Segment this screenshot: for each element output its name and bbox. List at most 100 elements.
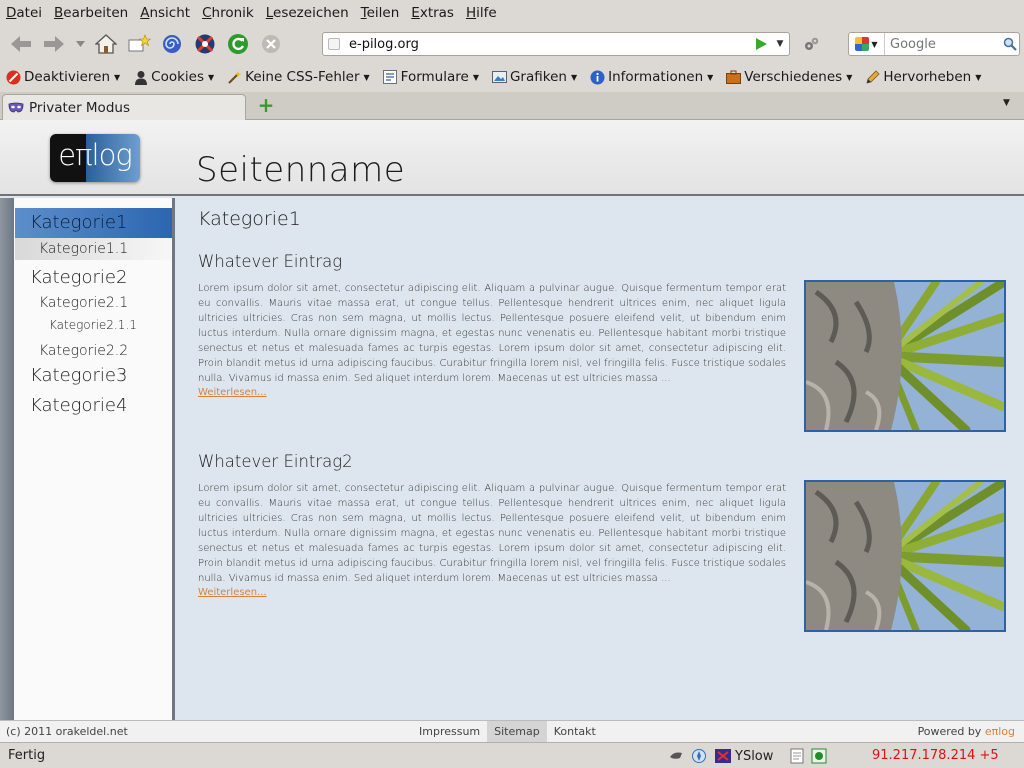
dev-verschiedenes-menu[interactable]: Verschiedenes ▼ [726,69,852,85]
menu-chronik[interactable]: Chronik [202,5,254,21]
validator-icon[interactable] [811,748,827,764]
powered-by: Powered by eπlog [917,725,1015,738]
dev-hervorheben-menu[interactable]: Hervorheben ▼ [865,69,981,85]
entry-excerpt: Lorem ipsum dolor sit amet, consectetur … [198,283,786,384]
nav-kategorie3[interactable]: Kategorie3 [15,362,172,390]
no-entry-icon [6,70,21,85]
nav-kategorie4[interactable]: Kategorie4 [15,392,172,420]
gears-icon [805,37,819,50]
dev-formulare-menu[interactable]: Formulare ▼ [383,69,479,85]
dev-cookies-menu[interactable]: Cookies ▼ [133,69,214,85]
yslow-icon [715,749,731,763]
nav-kategorie2[interactable]: Kategorie2 [15,264,172,292]
status-bar: Fertig YSlow 91.217.178.214 +5 [0,742,1024,768]
reload-icon [228,34,248,54]
bookmark-button[interactable] [124,29,154,59]
url-bar[interactable]: e-pilog.org ▼ [322,32,790,56]
magnifier-icon [1003,37,1017,51]
search-button[interactable] [1001,37,1019,51]
image-icon [491,70,507,85]
blog-entry: Whatever Eintrag2 Lorem ipsum dolor sit … [198,452,1008,632]
url-dropdown-button[interactable]: ▼ [771,39,789,49]
tab-private-mode[interactable]: Privater Modus [2,94,246,120]
chevron-down-icon: ▼ [472,72,479,82]
menu-bar: Datei Bearbeiten Ansicht Chronik Lesezei… [0,0,1024,26]
compass-addon-button[interactable] [190,29,220,59]
history-dropdown-button[interactable] [72,29,88,59]
nav-kategorie1-1[interactable]: Kategorie1.1 [15,238,172,260]
menu-datei[interactable]: Datei [6,5,42,21]
blog-entry: Whatever Eintrag Lorem ipsum dolor sit a… [198,252,1008,432]
menu-bearbeiten[interactable]: Bearbeiten [54,5,128,21]
menu-lesezeichen[interactable]: Lesezeichen [266,5,349,21]
history-dropdown-icon [75,41,85,47]
copyright-text: (c) 2011 orakeldel.net [6,725,128,738]
menu-ansicht[interactable]: Ansicht [140,5,190,21]
nav-kategorie2-1[interactable]: Kategorie2.1 [15,292,172,314]
chevron-down-icon: ▼ [363,72,370,82]
menu-hilfe[interactable]: Hilfe [466,5,497,21]
home-button[interactable] [91,29,121,59]
search-box[interactable]: ▼ [848,32,1020,56]
site-header: eπlog Seitenname [0,120,1024,196]
page-icon[interactable] [790,748,804,764]
gnome-foot-icon[interactable] [668,749,684,763]
chevron-down-icon: ▼ [570,72,578,82]
url-text[interactable]: e-pilog.org [345,37,751,52]
yslow-button[interactable]: YSlow [714,748,773,764]
entry-thumbnail[interactable] [804,480,1006,632]
menu-extras[interactable]: Extras [411,5,454,21]
entry-title[interactable]: Whatever Eintrag2 [198,452,1008,471]
chevron-down-icon: ▼ [208,72,215,82]
back-button[interactable] [6,29,36,59]
nav-kategorie2-1-1[interactable]: Kategorie2.1.1 [15,315,172,335]
status-icons: YSlow [668,746,827,766]
new-tab-button[interactable]: + [256,95,276,116]
home-icon [95,34,117,54]
forward-icon [44,36,64,52]
site-logo[interactable]: eπlog [50,134,140,182]
ip-address[interactable]: 91.217.178.214 +5 [872,748,999,763]
pencil-icon [865,69,880,85]
dev-css-menu[interactable]: Keine CSS-Fehler ▼ [227,69,370,85]
spiral-addon-button[interactable] [157,29,187,59]
entry-thumbnail[interactable] [804,280,1006,432]
nav-kategorie2-2[interactable]: Kategorie2.2 [15,340,172,362]
forward-button[interactable] [39,29,69,59]
info-icon [590,70,605,85]
wand-icon [227,70,242,85]
dev-deaktivieren-menu[interactable]: Deaktivieren ▼ [6,69,120,85]
main-content: Kategorie1 Whatever Eintrag Lorem ipsum … [198,208,1008,632]
footer-link-sitemap[interactable]: Sitemap [487,721,547,742]
search-input[interactable] [885,36,1001,52]
web-developer-toolbar: Deaktivieren ▼ Cookies ▼ Keine CSS-Fehler ▼… [0,62,1024,92]
go-arrow-icon [756,38,767,50]
footer-link-impressum[interactable]: Impressum [412,721,487,742]
palm-tree-photo [806,482,1004,630]
chevron-down-icon: ▼ [707,72,714,82]
stop-icon [262,35,280,53]
dev-informationen-menu[interactable]: Informationen ▼ [590,69,713,85]
reload-button[interactable] [223,29,253,59]
dev-grafiken-menu[interactable]: Grafiken ▼ [491,69,578,85]
palm-tree-photo [806,282,1004,430]
compass-icon[interactable] [691,748,707,764]
site-name: Seitenname [196,150,406,190]
tab-bar: Privater Modus + ▼ [0,92,1024,120]
addon-button[interactable] [803,35,821,57]
status-text: Fertig [8,748,46,763]
powered-by-link[interactable]: eπlog [985,725,1015,738]
menu-teilen[interactable]: Teilen [361,5,400,21]
private-mask-icon [8,102,24,112]
spiral-addon-icon [163,35,181,53]
site-identity-icon[interactable] [323,33,345,55]
person-icon [133,70,148,85]
entry-title[interactable]: Whatever Eintrag [198,252,1008,271]
search-engine-selector[interactable]: ▼ [849,33,885,55]
go-button[interactable] [751,37,771,51]
nav-kategorie1[interactable]: Kategorie1 [15,208,172,238]
footer-nav: Impressum Sitemap Kontakt [412,721,603,742]
stop-button[interactable] [256,29,286,59]
footer-link-kontakt[interactable]: Kontakt [547,721,603,742]
tab-list-chevron-icon[interactable]: ▼ [1003,98,1010,108]
